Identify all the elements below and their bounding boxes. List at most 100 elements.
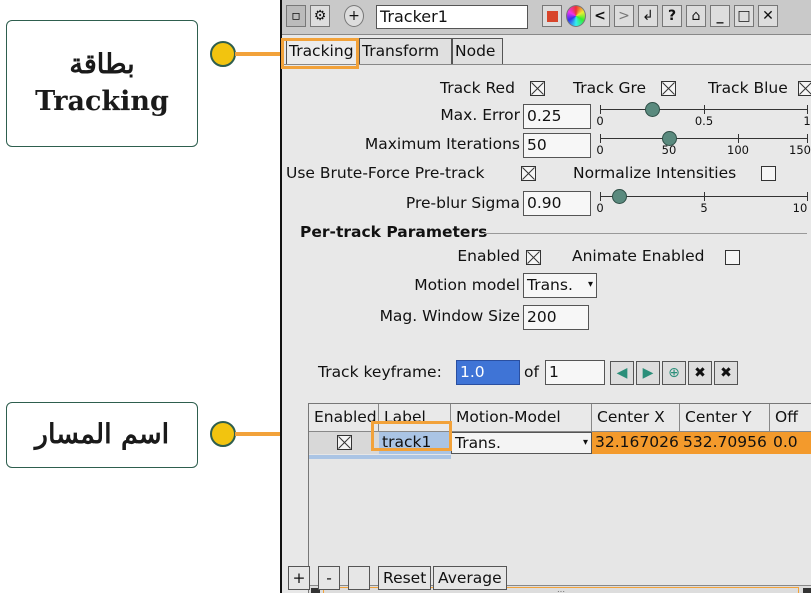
brute-force-checkbox[interactable]	[521, 166, 536, 181]
max-error-knob[interactable]	[645, 102, 660, 117]
column-header-center-x[interactable]: Center X	[592, 404, 680, 432]
callout-track-name-text: اسم المسار	[34, 418, 170, 450]
motion-model-label: Motion model	[414, 276, 520, 294]
track-red-label: Track Red	[440, 79, 515, 97]
row-motion-model-value: Trans.	[455, 434, 501, 452]
max-error-tick-1: 0.5	[694, 114, 714, 128]
preblur-tick-2: 10	[792, 201, 808, 215]
keyframe-input[interactable]: 1.0	[456, 360, 520, 385]
preblur-knob[interactable]	[611, 189, 627, 204]
scroll-right-icon[interactable]	[803, 588, 811, 593]
remove-keyframe-icon[interactable]: ✖	[688, 361, 712, 385]
max-iter-tick-3: 150	[789, 143, 811, 157]
pin-icon[interactable]: ▫	[286, 5, 306, 27]
max-iter-tick-0: 0	[596, 143, 604, 157]
track-blue-checkbox[interactable]	[798, 81, 811, 96]
callout-tracking-tab-line1: بطاقة	[69, 49, 135, 81]
add-track-button[interactable]: +	[288, 566, 310, 590]
max-error-slider[interactable]: 0 0.5 1	[596, 102, 811, 129]
keyframe-label: Track keyframe:	[318, 363, 442, 381]
reset-icon[interactable]: ↲	[638, 5, 658, 27]
add-icon[interactable]: +	[344, 5, 364, 27]
maximize-icon[interactable]: □	[734, 5, 754, 27]
highlight-tracking-tab	[281, 38, 359, 69]
row-enabled-cell	[309, 432, 379, 454]
per-track-heading: Per-track Parameters	[300, 223, 488, 241]
row-center-x-cell[interactable]: 32.167026	[592, 432, 680, 454]
row-center-y-cell[interactable]: 532.70956	[680, 432, 770, 454]
tab-transform[interactable]: Transform	[359, 38, 452, 65]
minimize-icon[interactable]: _	[710, 5, 730, 27]
add-keyframe-icon[interactable]: ⊕	[662, 361, 686, 385]
preblur-input[interactable]: 0.90	[523, 191, 591, 216]
mag-window-input[interactable]: 200	[523, 305, 589, 330]
animate-enabled-checkbox[interactable]	[725, 250, 740, 265]
max-error-input[interactable]: 0.25	[523, 104, 591, 129]
enabled-checkbox[interactable]	[526, 250, 541, 265]
callout-tracking-tab: بطاقة Tracking	[6, 20, 198, 147]
motion-model-value: Trans.	[527, 276, 573, 294]
callout-track-name: اسم المسار	[6, 402, 198, 468]
keyframe-total-field: 1	[545, 360, 605, 385]
motion-model-select[interactable]: Trans. ▾	[523, 273, 597, 298]
float-icon[interactable]: ⌂	[686, 5, 706, 27]
max-iterations-label: Maximum Iterations	[364, 135, 520, 153]
keyframe-of-label: of	[524, 363, 539, 381]
max-iterations-slider[interactable]: 0 50 100 150	[596, 131, 811, 158]
preblur-tick-0: 0	[596, 201, 604, 215]
highlight-track-label	[371, 421, 452, 451]
blank-button[interactable]	[348, 566, 370, 590]
prev-keyframe-icon[interactable]: ◀	[610, 361, 634, 385]
callout-tracking-tab-line2: Tracking	[35, 85, 169, 117]
settings-gear-icon[interactable]: ⚙	[310, 5, 330, 27]
preblur-slider[interactable]: 0 5 10	[596, 189, 808, 216]
close-icon[interactable]: ✕	[758, 5, 778, 27]
track-red-checkbox[interactable]	[530, 81, 545, 96]
max-iterations-input[interactable]: 50	[523, 133, 591, 158]
column-header-center-y[interactable]: Center Y	[680, 404, 770, 432]
dropdown-arrow-icon: ▾	[587, 279, 593, 290]
row-motion-model-cell[interactable]: Trans. ▾	[451, 432, 592, 454]
color-wheel-icon[interactable]	[566, 5, 586, 27]
remove-all-keyframes-icon[interactable]: ✖	[714, 361, 738, 385]
row-selection-underline	[309, 455, 451, 459]
normalize-label: Normalize Intensities	[573, 164, 737, 182]
column-header-motion-model[interactable]: Motion-Model	[451, 404, 592, 432]
animate-enabled-label: Animate Enabled	[572, 247, 705, 265]
max-error-tick-2: 1	[803, 114, 811, 128]
remove-track-button[interactable]: -	[318, 566, 340, 590]
max-error-label: Max. Error	[440, 106, 520, 124]
reset-button[interactable]: Reset	[378, 566, 432, 590]
brute-force-label: Use Brute-Force Pre-track	[286, 164, 485, 182]
tracking-content: Track Red Track Gre Track Blue Max. Erro…	[282, 64, 811, 593]
preblur-label: Pre-blur Sigma	[405, 194, 520, 212]
track-green-label: Track Gre	[573, 79, 647, 97]
track-blue-label: Track Blue	[708, 79, 788, 97]
stop-icon[interactable]	[542, 5, 562, 27]
connector-tracking	[235, 52, 283, 56]
tracker-panel: ▫ ⚙ + Tracker1 < > ↲ ? ⌂ _ □ ✕ Tracking …	[280, 0, 811, 593]
normalize-checkbox[interactable]	[761, 166, 776, 181]
column-header-enabled[interactable]: Enabled	[309, 404, 379, 432]
max-error-tick-0: 0	[596, 114, 604, 128]
column-header-offset[interactable]: Off	[770, 404, 811, 432]
help-icon[interactable]: ?	[662, 5, 682, 27]
max-iter-tick-2: 100	[727, 143, 749, 157]
node-name-field[interactable]: Tracker1	[376, 5, 528, 29]
tab-node[interactable]: Node	[452, 38, 503, 65]
callout-dot-tracking	[210, 41, 236, 67]
row-enabled-checkbox[interactable]	[337, 435, 352, 450]
title-bar: ▫ ⚙ + Tracker1 < > ↲ ? ⌂ _ □ ✕	[282, 0, 811, 35]
scroll-grip: :::	[556, 588, 566, 593]
preblur-tick-1: 5	[700, 201, 708, 215]
next-icon[interactable]: >	[614, 5, 634, 27]
section-divider	[482, 233, 807, 234]
callout-dot-track-name	[210, 421, 236, 447]
next-keyframe-icon[interactable]: ▶	[636, 361, 660, 385]
row-offset-cell[interactable]: 0.0	[770, 432, 811, 454]
row-dropdown-arrow-icon: ▾	[582, 437, 588, 448]
mag-window-label: Mag. Window Size	[379, 307, 520, 325]
prev-icon[interactable]: <	[590, 5, 610, 27]
average-button[interactable]: Average	[433, 566, 507, 590]
track-green-checkbox[interactable]	[661, 81, 676, 96]
